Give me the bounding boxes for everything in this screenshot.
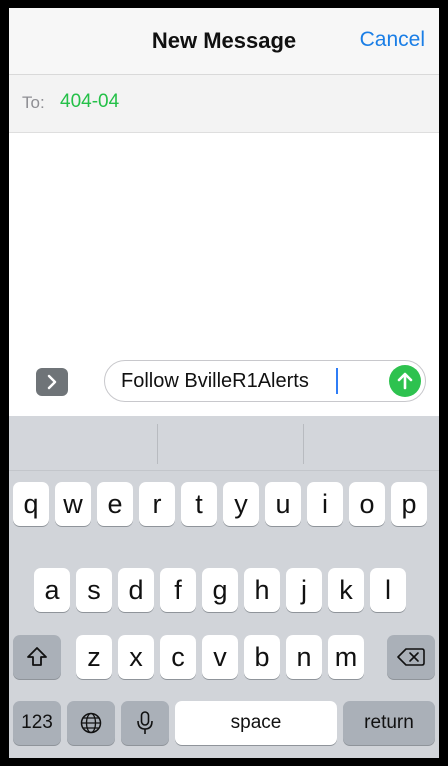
key-z[interactable]: z xyxy=(76,635,112,679)
microphone-icon xyxy=(137,711,153,734)
key-p[interactable]: p xyxy=(391,482,427,526)
conversation-area: Follow BvilleR1Alerts xyxy=(9,133,439,423)
recipient-label: To: xyxy=(22,93,45,112)
key-o[interactable]: o xyxy=(349,482,385,526)
message-input[interactable]: Follow BvilleR1Alerts xyxy=(104,360,426,402)
return-key[interactable]: return xyxy=(343,701,435,745)
numbers-key[interactable]: 123 xyxy=(13,701,61,745)
key-u[interactable]: u xyxy=(265,482,301,526)
shift-icon xyxy=(27,647,47,666)
keyboard: q w e r t y u i o p a s d f g h j k l z … xyxy=(9,416,439,758)
chevron-right-icon xyxy=(47,374,57,390)
recipient-value[interactable]: 404-04 xyxy=(60,91,119,113)
predictive-bar xyxy=(9,416,439,471)
key-s[interactable]: s xyxy=(76,568,112,612)
delete-key[interactable] xyxy=(387,635,435,679)
key-w[interactable]: w xyxy=(55,482,91,526)
globe-key[interactable] xyxy=(67,701,115,745)
dictation-key[interactable] xyxy=(121,701,169,745)
key-j[interactable]: j xyxy=(286,568,322,612)
phone-screen: New Message Cancel To: 404-04 Follow Bvi… xyxy=(9,8,439,758)
key-q[interactable]: q xyxy=(13,482,49,526)
key-h[interactable]: h xyxy=(244,568,280,612)
key-f[interactable]: f xyxy=(160,568,196,612)
key-t[interactable]: t xyxy=(181,482,217,526)
key-g[interactable]: g xyxy=(202,568,238,612)
key-v[interactable]: v xyxy=(202,635,238,679)
cancel-button[interactable]: Cancel xyxy=(360,28,425,52)
key-n[interactable]: n xyxy=(286,635,322,679)
suggestion-slot-3[interactable] xyxy=(304,416,439,470)
key-c[interactable]: c xyxy=(160,635,196,679)
key-r[interactable]: r xyxy=(139,482,175,526)
key-y[interactable]: y xyxy=(223,482,259,526)
key-m[interactable]: m xyxy=(328,635,364,679)
navigation-bar: New Message Cancel xyxy=(9,8,439,75)
key-x[interactable]: x xyxy=(118,635,154,679)
arrow-up-icon xyxy=(397,372,413,390)
text-caret xyxy=(336,368,338,394)
key-b[interactable]: b xyxy=(244,635,280,679)
shift-key[interactable] xyxy=(13,635,61,679)
suggestion-slot-1[interactable] xyxy=(9,416,151,470)
send-button[interactable] xyxy=(389,365,421,397)
key-d[interactable]: d xyxy=(118,568,154,612)
key-i[interactable]: i xyxy=(307,482,343,526)
expand-apps-button[interactable] xyxy=(36,368,68,396)
message-text: Follow BvilleR1Alerts xyxy=(121,370,309,392)
key-e[interactable]: e xyxy=(97,482,133,526)
globe-icon xyxy=(80,712,102,734)
backspace-icon xyxy=(397,648,425,666)
key-l[interactable]: l xyxy=(370,568,406,612)
space-key[interactable]: space xyxy=(175,701,337,745)
key-k[interactable]: k xyxy=(328,568,364,612)
suggestion-slot-2[interactable] xyxy=(158,416,303,470)
key-a[interactable]: a xyxy=(34,568,70,612)
recipient-row[interactable]: To: 404-04 xyxy=(9,75,439,133)
